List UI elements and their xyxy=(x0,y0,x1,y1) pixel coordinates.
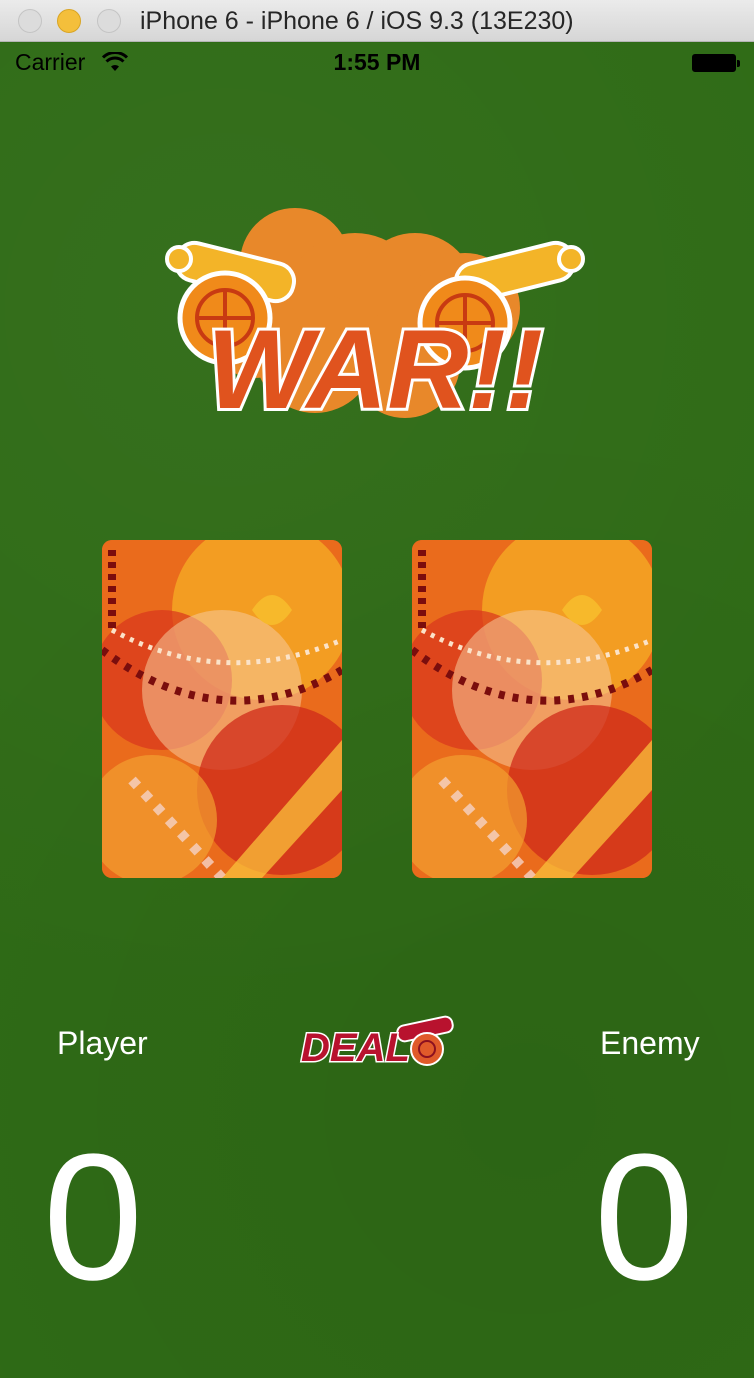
minimize-window-button[interactable] xyxy=(57,9,81,33)
deal-label: DEAL xyxy=(301,1026,410,1070)
status-time: 1:55 PM xyxy=(333,49,421,75)
enemy-score: 0 xyxy=(594,1117,695,1318)
deal-button[interactable]: DEAL xyxy=(297,1015,455,1071)
logo-text: WAR!! xyxy=(207,307,543,423)
status-bar: Carrier 1:55 PM xyxy=(0,43,754,83)
zoom-window-button[interactable] xyxy=(97,9,121,33)
window-titlebar: iPhone 6 - iPhone 6 / iOS 9.3 (13E230) xyxy=(0,0,754,42)
player-score: 0 xyxy=(43,1117,144,1318)
simulator-screen: Carrier 1:55 PM WAR!! Player Enemy DEAL … xyxy=(0,43,754,1378)
war-logo: WAR!! xyxy=(165,208,585,423)
close-window-button[interactable] xyxy=(18,9,42,33)
player-card xyxy=(102,540,342,878)
battery-icon xyxy=(692,54,740,72)
enemy-label: Enemy xyxy=(600,1025,700,1061)
player-label: Player xyxy=(57,1025,148,1061)
enemy-card xyxy=(412,540,652,878)
window-title: iPhone 6 - iPhone 6 / iOS 9.3 (13E230) xyxy=(140,7,574,35)
